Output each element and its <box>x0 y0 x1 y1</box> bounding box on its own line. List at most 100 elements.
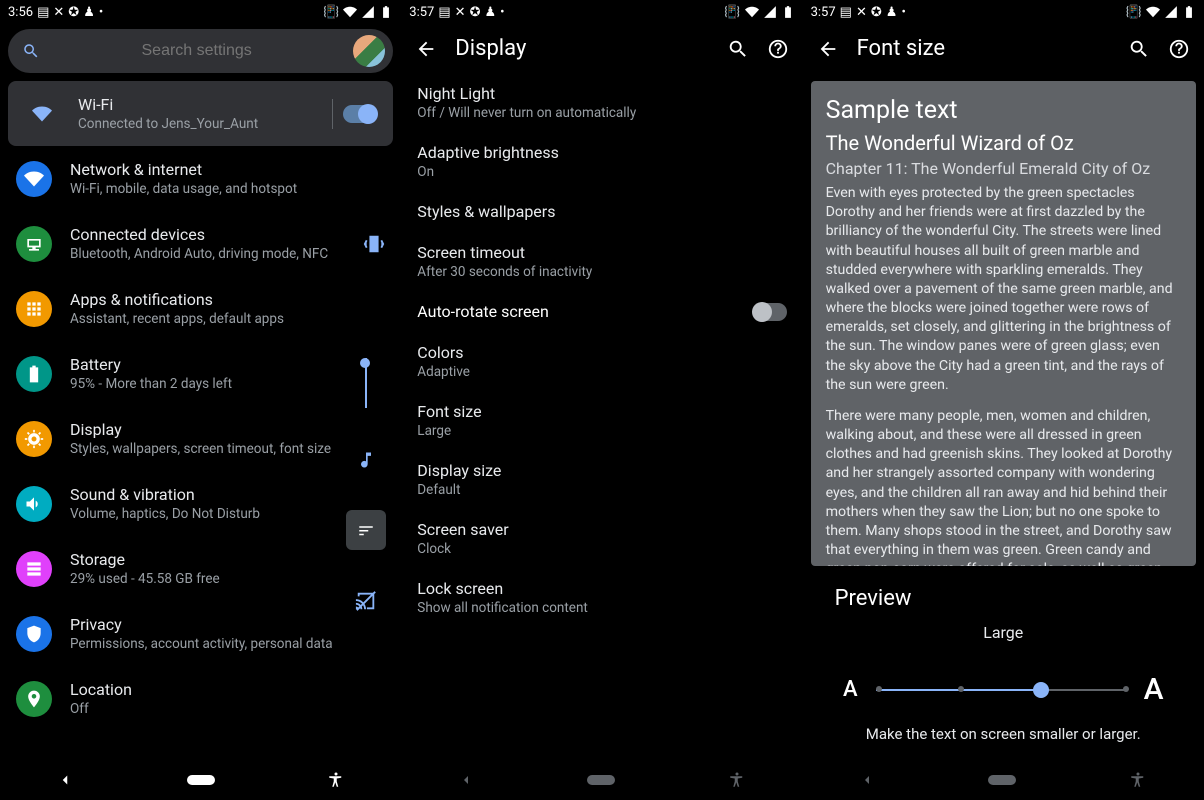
setting-subtitle: After 30 seconds of inactivity <box>417 264 786 280</box>
battery-status-icon <box>379 5 393 19</box>
status-app-icon: ▤ <box>37 5 49 20</box>
setting-subtitle: Show all notification content <box>417 600 786 616</box>
setting-title: Screen timeout <box>417 243 786 262</box>
tune-icon[interactable] <box>346 510 386 550</box>
sound-icon <box>16 486 52 522</box>
settings-row-apps[interactable]: Apps & notificationsAssistant, recent ap… <box>0 276 401 341</box>
toggle[interactable] <box>753 303 787 321</box>
setting-title: Font size <box>417 402 786 421</box>
nav-home[interactable] <box>587 775 615 785</box>
accessibility-icon[interactable] <box>1129 771 1147 789</box>
setting-subtitle: Clock <box>417 541 786 557</box>
wifi-title: Wi-Fi <box>78 95 314 114</box>
setting-title: Display size <box>417 461 786 480</box>
font-size-hint: Make the text on screen smaller or large… <box>803 725 1204 743</box>
display-row-screen-saver[interactable]: Screen saver Clock <box>401 509 802 568</box>
setting-title: Night Light <box>417 84 786 103</box>
status-right-icons: 📳 <box>323 5 393 20</box>
vibrate-icon <box>363 233 385 255</box>
display-row-auto-rotate-screen[interactable]: Auto-rotate screen <box>401 291 802 332</box>
accessibility-icon[interactable] <box>327 771 345 789</box>
help-icon[interactable] <box>1168 38 1190 60</box>
brightness-slider-thumb[interactable] <box>360 358 370 368</box>
wifi-subtitle: Connected to Jens_Your_Aunt <box>78 116 314 132</box>
row-subtitle: Wi-Fi, mobile, data usage, and hotspot <box>70 181 385 197</box>
row-subtitle: Styles, wallpapers, screen timeout, font… <box>70 441 385 457</box>
display-icon <box>16 421 52 457</box>
sample-paragraph-2: There were many people, men, women and c… <box>826 407 1181 566</box>
display-row-adaptive-brightness[interactable]: Adaptive brightnessOn <box>401 132 802 191</box>
cast-off-icon[interactable] <box>355 590 377 612</box>
row-subtitle: Volume, haptics, Do Not Disturb <box>70 506 385 522</box>
display-row-screen-timeout[interactable]: Screen timeout After 30 seconds of inacti… <box>401 232 802 291</box>
small-a-icon: A <box>843 677 858 702</box>
nav-back-icon[interactable] <box>56 771 74 789</box>
sample-text-card: Sample text The Wonderful Wizard of Oz C… <box>811 81 1196 566</box>
row-title: Storage <box>70 550 385 569</box>
wifi-icon <box>16 161 52 197</box>
preview-heading: Preview <box>803 574 1204 623</box>
page-title: Font size <box>857 36 1110 61</box>
row-title: Connected devices <box>70 225 345 244</box>
font-size-slider[interactable] <box>876 688 1126 692</box>
back-arrow-icon[interactable] <box>817 38 839 60</box>
back-arrow-icon[interactable] <box>415 38 437 60</box>
settings-row-devices[interactable]: Connected devicesBluetooth, Android Auto… <box>0 211 401 276</box>
profile-avatar[interactable] <box>353 35 385 67</box>
search-icon[interactable] <box>1128 38 1150 60</box>
display-row-colors[interactable]: Colors Adaptive <box>401 332 802 391</box>
privacy-icon <box>16 616 52 652</box>
setting-title: Auto-rotate screen <box>417 302 549 321</box>
sample-paragraph-1: Even with eyes protected by the green sp… <box>826 184 1181 395</box>
row-subtitle: Assistant, recent apps, default apps <box>70 311 385 327</box>
settings-row-wifi[interactable]: Network & internet Wi-Fi, mobile, data us… <box>0 146 401 211</box>
battery-status-icon <box>781 5 795 19</box>
setting-title: Lock screen <box>417 579 786 598</box>
nav-back-icon[interactable] <box>859 772 875 788</box>
status-bar: 3:57 ▤✕✪♟• 📳 <box>803 0 1204 24</box>
battery-status-icon <box>1182 5 1196 19</box>
nav-back-icon[interactable] <box>458 772 474 788</box>
battery-icon <box>16 356 52 392</box>
storage-icon <box>16 551 52 587</box>
wifi-icon <box>24 96 60 132</box>
display-row-lock-screen[interactable]: Lock screen Show all notification content <box>401 568 802 627</box>
status-time: 3:56 <box>8 5 33 20</box>
help-icon[interactable] <box>767 38 789 60</box>
accessibility-icon[interactable] <box>728 771 746 789</box>
wifi-toggle[interactable] <box>343 105 377 123</box>
row-title: Network & internet <box>70 160 385 179</box>
signal-icon <box>1164 5 1178 19</box>
music-note-icon[interactable] <box>356 450 376 470</box>
setting-subtitle: Adaptive <box>417 364 786 380</box>
vibrate-icon: 📳 <box>323 5 339 20</box>
settings-main-screen: 3:56 ▤ ✕ ✪ ♟ • 📳 Wi-Fi Connected to Jens… <box>0 0 401 800</box>
wifi-status-icon <box>343 5 357 19</box>
display-row-night-light[interactable]: Night LightOff / Will never turn on auto… <box>401 73 802 132</box>
setting-title: Screen saver <box>417 520 786 539</box>
sample-chapter: Chapter 11: The Wonderful Emerald City o… <box>826 159 1181 178</box>
wifi-status-icon <box>1146 5 1160 19</box>
nav-home[interactable] <box>187 775 215 785</box>
display-row-styles-wallpapers[interactable]: Styles & wallpapers <box>401 191 802 232</box>
status-chess-icon: ♟ <box>83 5 95 20</box>
row-subtitle: Permissions, account activity, personal … <box>70 636 385 652</box>
search-icon[interactable] <box>727 38 749 60</box>
signal-icon <box>763 5 777 19</box>
setting-title: Colors <box>417 343 786 362</box>
location-icon <box>16 681 52 717</box>
wifi-quick-row[interactable]: Wi-Fi Connected to Jens_Your_Aunt <box>8 81 393 146</box>
vibrate-icon: 📳 <box>724 5 740 20</box>
status-time: 3:57 <box>811 5 836 20</box>
font-size-screen: 3:57 ▤✕✪♟• 📳 Font size Sample text The W… <box>803 0 1204 800</box>
row-subtitle: Off <box>70 701 385 717</box>
row-subtitle: 95% - More than 2 days left <box>70 376 385 392</box>
search-input[interactable] <box>40 42 353 60</box>
floating-side-controls <box>341 350 391 612</box>
setting-subtitle: On <box>417 164 786 180</box>
settings-row-location[interactable]: LocationOff <box>0 666 401 731</box>
display-row-display-size[interactable]: Display sizeDefault <box>401 450 802 509</box>
search-settings-bar[interactable] <box>8 29 393 73</box>
display-row-font-size[interactable]: Font sizeLarge <box>401 391 802 450</box>
nav-home[interactable] <box>988 775 1016 785</box>
